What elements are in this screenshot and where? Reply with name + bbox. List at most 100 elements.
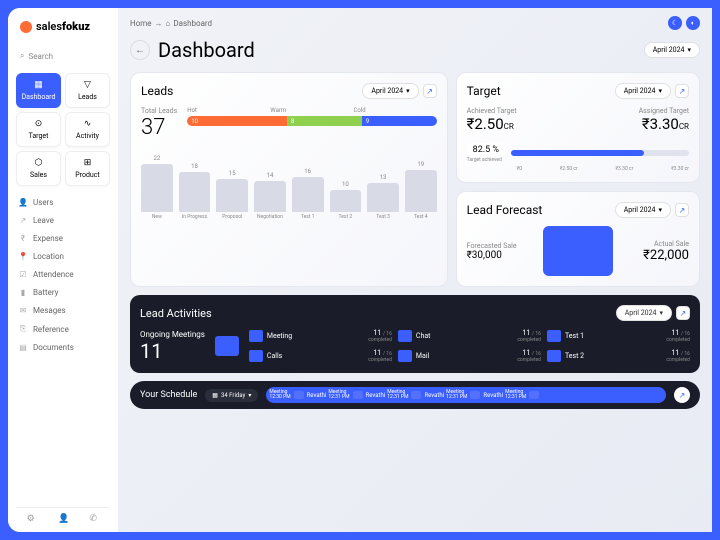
menu-icon: ₹ — [18, 234, 28, 243]
schedule-item[interactable]: Meeting12:31 PM — [505, 390, 539, 400]
crumb-home[interactable]: Home — [130, 19, 152, 28]
nav-tile-target[interactable]: ⊙Target — [16, 112, 61, 147]
notification-icon[interactable]: ◐ — [686, 16, 700, 30]
chevron-down-icon: ▾ — [658, 87, 662, 95]
menu-item-location[interactable]: 📍Location — [16, 248, 110, 265]
tile-icon: ⊞ — [83, 158, 93, 168]
actual-value: ₹22,000 — [621, 248, 689, 263]
period-label: April 2024 — [653, 46, 685, 54]
schedule-icon — [470, 391, 480, 399]
user-icon[interactable]: 👤 — [58, 514, 68, 524]
activity-meeting[interactable]: Meeting11 / 16completed — [249, 329, 392, 343]
chevron-down-icon: ▾ — [406, 87, 410, 95]
target-percent-label: Target achieved — [467, 157, 505, 163]
sidebar: salesfokuz ⌕ Search ▦Dashboard▽Leads⊙Tar… — [8, 8, 118, 532]
ongoing-count: 11 — [140, 339, 205, 363]
achieved-label: Achieved Target — [467, 107, 517, 115]
ongoing-label: Ongoing Meetings — [140, 330, 205, 339]
menu-item-reference[interactable]: ⎘Reference — [16, 320, 110, 338]
bottom-icons: ⚙ 👤 ✆ — [16, 507, 110, 524]
menu-icon: ↗ — [18, 216, 28, 225]
nav-tile-activity[interactable]: ∿Activity — [65, 112, 110, 147]
forecast-period[interactable]: April 2024▾ — [615, 202, 671, 218]
moon-icon[interactable]: ☾ — [668, 16, 682, 30]
topbar: Home → ⌂ Dashboard ☾ ◐ — [130, 16, 700, 30]
schedule-title: Your Schedule — [140, 390, 197, 400]
target-title: Target — [467, 84, 501, 98]
activity-icon — [398, 330, 412, 342]
nav-tile-leads[interactable]: ▽Leads — [65, 73, 110, 108]
tile-icon: ▽ — [83, 80, 93, 90]
activities-title: Lead Activities — [140, 307, 212, 320]
activity-mail[interactable]: Mail11 / 16completed — [398, 349, 541, 363]
search-placeholder: Search — [28, 52, 53, 61]
assigned-label: Assigned Target — [639, 107, 689, 115]
period-selector[interactable]: April 2024 ▾ — [644, 42, 700, 58]
activity-test 1[interactable]: Test 111 / 16completed — [547, 329, 690, 343]
settings-icon[interactable]: ⚙ — [27, 514, 37, 524]
activity-icon — [249, 330, 263, 342]
menu-item-users[interactable]: 👤Users — [16, 194, 110, 211]
nav-tile-product[interactable]: ⊞Product — [65, 151, 110, 186]
breadcrumb: Home → ⌂ Dashboard — [130, 19, 212, 28]
activity-calls[interactable]: Calls11 / 16completed — [249, 349, 392, 363]
activities-card: Lead Activities April 2024▾ ↗ Ongoing Me… — [130, 295, 700, 373]
menu-item-attendence[interactable]: ☑Attendence — [16, 266, 110, 283]
activity-icon — [398, 350, 412, 362]
menu-icon: ▤ — [18, 343, 28, 352]
target-card: Target April 2024▾ ↗ Achieved Target ₹2.… — [456, 72, 700, 183]
schedule-expand[interactable]: ↗ — [674, 387, 690, 403]
actual-label: Actual Sale — [621, 240, 689, 248]
bar-New: 22New — [141, 155, 173, 220]
menu-item-documents[interactable]: ▤Documents — [16, 339, 110, 356]
schedule-item[interactable]: Meeting12:30 PMRevathi — [269, 390, 326, 400]
nav-tile-dashboard[interactable]: ▦Dashboard — [16, 73, 61, 108]
expand-icon[interactable]: ↗ — [676, 306, 690, 320]
schedule-item[interactable]: Meeting12:31 PMRevathi — [446, 390, 503, 400]
main-content: Home → ⌂ Dashboard ☾ ◐ ← Dashboard April… — [118, 8, 712, 532]
chevron-down-icon: ▾ — [687, 46, 691, 54]
expand-icon[interactable]: ↗ — [423, 84, 437, 98]
tile-icon: ⊙ — [34, 119, 44, 129]
achieved-value: ₹2.50 — [467, 115, 504, 133]
chevron-right-icon: → — [155, 19, 163, 28]
menu-item-expense[interactable]: ₹Expense — [16, 230, 110, 247]
assigned-value: ₹3.30 — [642, 115, 679, 133]
leads-title: Leads — [141, 84, 173, 98]
menu-icon: ✉ — [18, 306, 28, 315]
schedule-icon — [294, 391, 304, 399]
logo-icon — [20, 21, 32, 33]
page-title: Dashboard — [158, 38, 255, 62]
menu-icon: ☑ — [18, 270, 28, 279]
nav-tile-sales[interactable]: ⬡Sales — [16, 151, 61, 186]
schedule-item[interactable]: Meeting12:31 PMRevathi — [328, 390, 385, 400]
back-button[interactable]: ← — [130, 40, 150, 60]
nav-tiles: ▦Dashboard▽Leads⊙Target∿Activity⬡Sales⊞P… — [16, 73, 110, 186]
leads-period[interactable]: April 2024▾ — [362, 83, 418, 99]
phone-icon[interactable]: ✆ — [89, 514, 99, 524]
activities-period[interactable]: April 2024▾ — [616, 305, 672, 321]
schedule-item[interactable]: Meeting12:31 PMRevathi — [387, 390, 444, 400]
activity-chat[interactable]: Chat11 / 16completed — [398, 329, 541, 343]
bar-Test 4: 19Test 4 — [405, 161, 437, 220]
target-period[interactable]: April 2024▾ — [615, 83, 671, 99]
schedule-date[interactable]: ▦ 34 Friday ▾ — [205, 389, 258, 402]
forecasted-label: Forecasted Sale — [467, 242, 535, 250]
menu-icon: ▮ — [18, 288, 28, 297]
menu-icon: 👤 — [18, 198, 28, 207]
leads-chart: 22New18In Progress15Proposol14Negotiatio… — [141, 150, 437, 220]
page-header: ← Dashboard April 2024 ▾ — [130, 38, 700, 62]
tile-icon: ∿ — [83, 119, 93, 129]
schedule-bar: Your Schedule ▦ 34 Friday ▾ Meeting12:30… — [130, 381, 700, 409]
activity-icon — [547, 350, 561, 362]
brand-text-2: fokuz — [62, 20, 90, 33]
search-input[interactable]: ⌕ Search — [16, 47, 110, 65]
menu-item-mesages[interactable]: ✉Mesages — [16, 302, 110, 319]
nav-menu: 👤Users↗Leave₹Expense📍Location☑Attendence… — [16, 194, 110, 507]
expand-icon[interactable]: ↗ — [675, 84, 689, 98]
activity-icon — [249, 350, 263, 362]
expand-icon[interactable]: ↗ — [675, 203, 689, 217]
menu-item-leave[interactable]: ↗Leave — [16, 212, 110, 229]
menu-item-battery[interactable]: ▮Battery — [16, 284, 110, 301]
activity-test 2[interactable]: Test 211 / 16completed — [547, 349, 690, 363]
